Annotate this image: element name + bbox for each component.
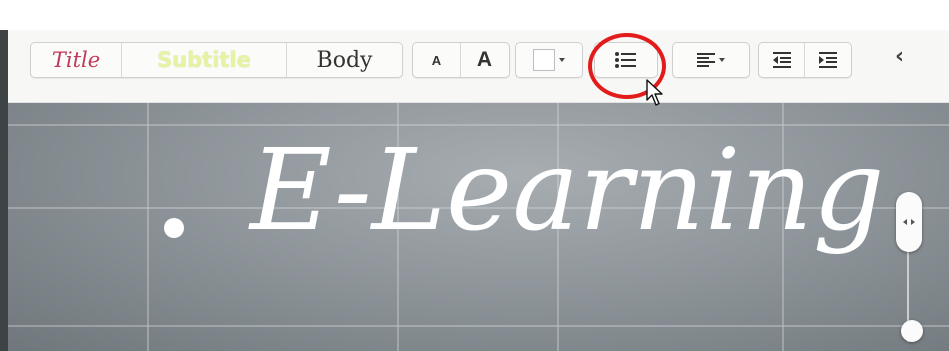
color-swatch-icon — [533, 49, 555, 71]
outdent-icon — [772, 52, 791, 68]
style-title-button[interactable]: Title — [31, 43, 122, 77]
chevron-left-icon[interactable]: ‹ — [895, 44, 904, 69]
text-color-button[interactable] — [515, 42, 583, 78]
style-body-button[interactable]: Body — [287, 43, 402, 77]
slide-heading[interactable]: E-Learning — [250, 135, 884, 247]
slider-handle[interactable] — [896, 192, 922, 252]
mouse-cursor-icon — [646, 79, 663, 106]
style-subtitle-button[interactable]: Subtitle — [122, 43, 287, 77]
increase-indent-button[interactable] — [805, 43, 850, 77]
increase-font-label: A — [476, 48, 493, 71]
style-title-label: Title — [51, 48, 101, 72]
resize-arrows-icon — [903, 219, 915, 225]
text-style-group: Title Subtitle Body — [30, 42, 403, 78]
canvas-left-edge — [0, 30, 8, 351]
decrease-font-button[interactable]: A — [413, 43, 461, 77]
alignment-dropdown[interactable] — [673, 43, 749, 77]
increase-font-button[interactable]: A — [461, 43, 508, 77]
format-toolbar: Title Subtitle Body A A ‹ — [8, 30, 949, 103]
indent-icon — [818, 52, 837, 68]
decrease-font-label: A — [431, 52, 442, 68]
chevron-down-icon — [559, 58, 565, 62]
chevron-down-icon — [719, 58, 725, 62]
window-top-strip — [0, 0, 949, 30]
indent-group — [758, 42, 852, 78]
text-color-dropdown[interactable] — [516, 43, 582, 77]
list-bullet — [164, 218, 184, 238]
slider-knob[interactable] — [901, 320, 923, 342]
alignment-button[interactable] — [672, 42, 750, 78]
font-size-group: A A — [412, 42, 510, 78]
decrease-indent-button[interactable] — [759, 43, 805, 77]
style-subtitle-label: Subtitle — [157, 48, 251, 72]
style-body-label: Body — [316, 47, 373, 73]
align-left-icon — [697, 53, 715, 67]
